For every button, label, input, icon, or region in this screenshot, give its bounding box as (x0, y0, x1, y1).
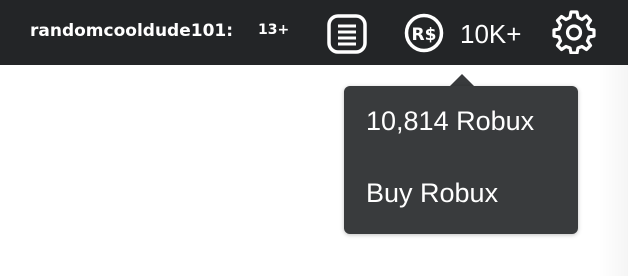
top-navigation-bar: randomcooldude101: 13+ R$ 10K+ (0, 0, 628, 65)
robux-balance-item: 10,814 Robux (366, 106, 535, 136)
popover-arrow (450, 74, 474, 86)
buy-robux-link[interactable]: Buy Robux (366, 178, 498, 209)
username-label[interactable]: randomcooldude101: (30, 21, 233, 41)
robux-button[interactable]: R$ 10K+ (403, 10, 538, 54)
age-badge: 13+ (258, 22, 290, 38)
scroll-shadow (598, 65, 628, 276)
robux-icon: R$ (404, 13, 444, 53)
settings-button[interactable] (551, 8, 597, 55)
catalog-button[interactable] (326, 13, 368, 55)
catalog-list-icon (327, 14, 367, 54)
robux-dropdown-menu: 10,814 Robux Buy Robux (344, 86, 578, 234)
gear-icon (552, 10, 596, 55)
robux-balance-short: 10K+ (460, 19, 522, 49)
svg-text:R$: R$ (412, 25, 437, 45)
